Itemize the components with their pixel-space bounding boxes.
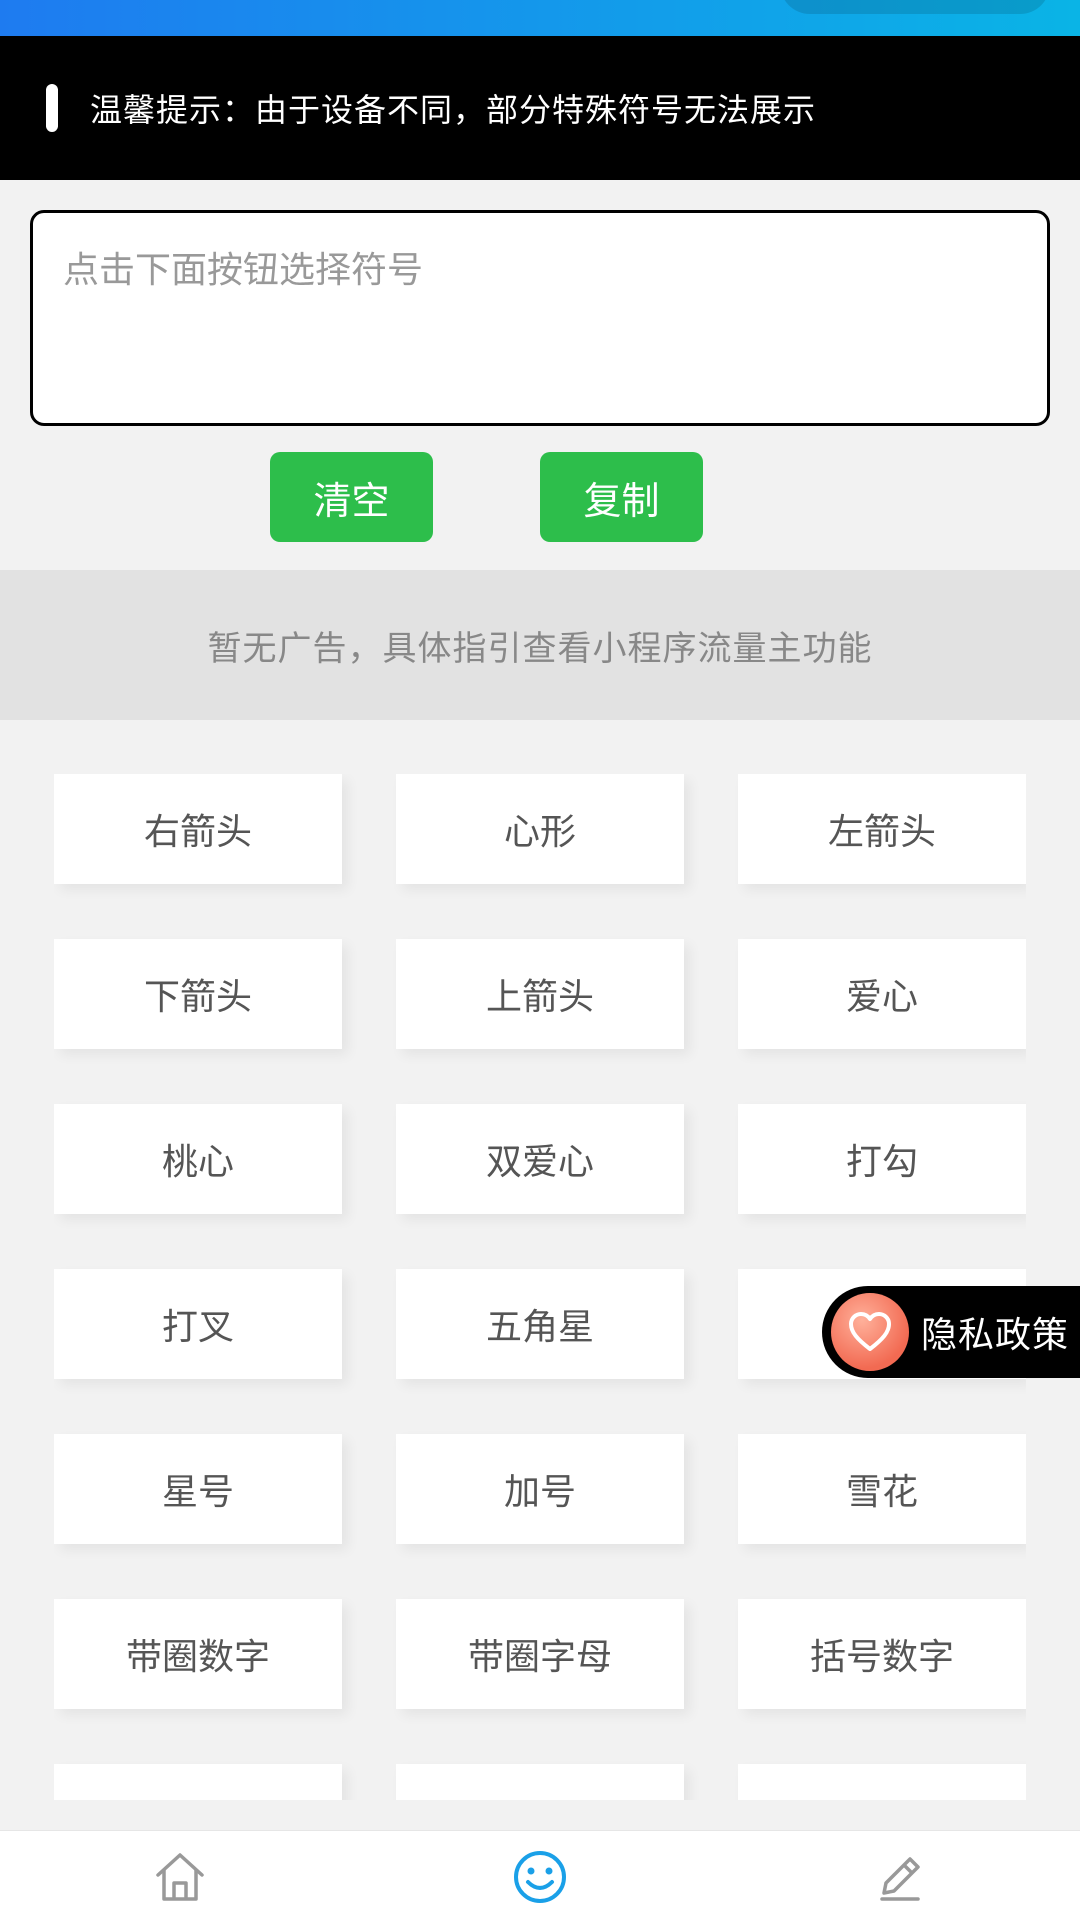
- symbol-tile[interactable]: [54, 1764, 342, 1800]
- symbol-tile[interactable]: 括号数字: [738, 1599, 1026, 1709]
- smile-icon: [514, 1851, 566, 1903]
- privacy-policy-button[interactable]: 隐私政策: [822, 1286, 1080, 1378]
- ad-placeholder: 暂无广告，具体指引查看小程序流量主功能: [0, 570, 1080, 720]
- symbol-tile[interactable]: 加号: [396, 1434, 684, 1544]
- symbol-tile[interactable]: 下箭头: [54, 939, 342, 1049]
- symbol-tile[interactable]: 星号: [54, 1434, 342, 1544]
- symbol-tile[interactable]: 带圈字母: [396, 1599, 684, 1709]
- symbol-tile[interactable]: 左箭头: [738, 774, 1026, 884]
- notice-accent-bar: [46, 84, 58, 132]
- symbol-tile[interactable]: 带圈数字: [54, 1599, 342, 1709]
- notice-banner: 温馨提示：由于设备不同，部分特殊符号无法展示: [0, 36, 1080, 180]
- bottom-tab-bar: [0, 1830, 1080, 1920]
- symbol-tile[interactable]: 爱心: [738, 939, 1026, 1049]
- clear-button[interactable]: 清空: [270, 452, 433, 542]
- heart-icon: [831, 1293, 909, 1371]
- home-icon: [156, 1853, 204, 1901]
- notice-text: 温馨提示：由于设备不同，部分特殊符号无法展示: [90, 91, 817, 129]
- copy-button[interactable]: 复制: [540, 452, 703, 542]
- tab-home[interactable]: [140, 1839, 220, 1915]
- tab-edit[interactable]: [860, 1839, 940, 1915]
- textarea-placeholder: 点击下面按钮选择符号: [63, 250, 424, 291]
- symbol-tile[interactable]: 上箭头: [396, 939, 684, 1049]
- symbol-tile[interactable]: 心形: [396, 774, 684, 884]
- tab-symbols[interactable]: [500, 1839, 580, 1915]
- symbol-tile[interactable]: 雪花: [738, 1434, 1026, 1544]
- symbol-tile[interactable]: 右箭头: [54, 774, 342, 884]
- symbol-tile[interactable]: [738, 1764, 1026, 1800]
- symbol-tile[interactable]: 打叉: [54, 1269, 342, 1379]
- symbol-tile[interactable]: 五角星: [396, 1269, 684, 1379]
- privacy-policy-label: 隐私政策: [921, 1315, 1070, 1356]
- capsule-shape: [780, 0, 1050, 14]
- status-bar: [0, 0, 1080, 36]
- pencil-icon: [880, 1857, 920, 1901]
- symbol-tile[interactable]: 打勾: [738, 1104, 1026, 1214]
- symbol-tile[interactable]: [396, 1764, 684, 1800]
- symbol-textarea[interactable]: 点击下面按钮选择符号: [30, 210, 1050, 426]
- symbol-tile[interactable]: 桃心: [54, 1104, 342, 1214]
- symbol-tile[interactable]: 双爱心: [396, 1104, 684, 1214]
